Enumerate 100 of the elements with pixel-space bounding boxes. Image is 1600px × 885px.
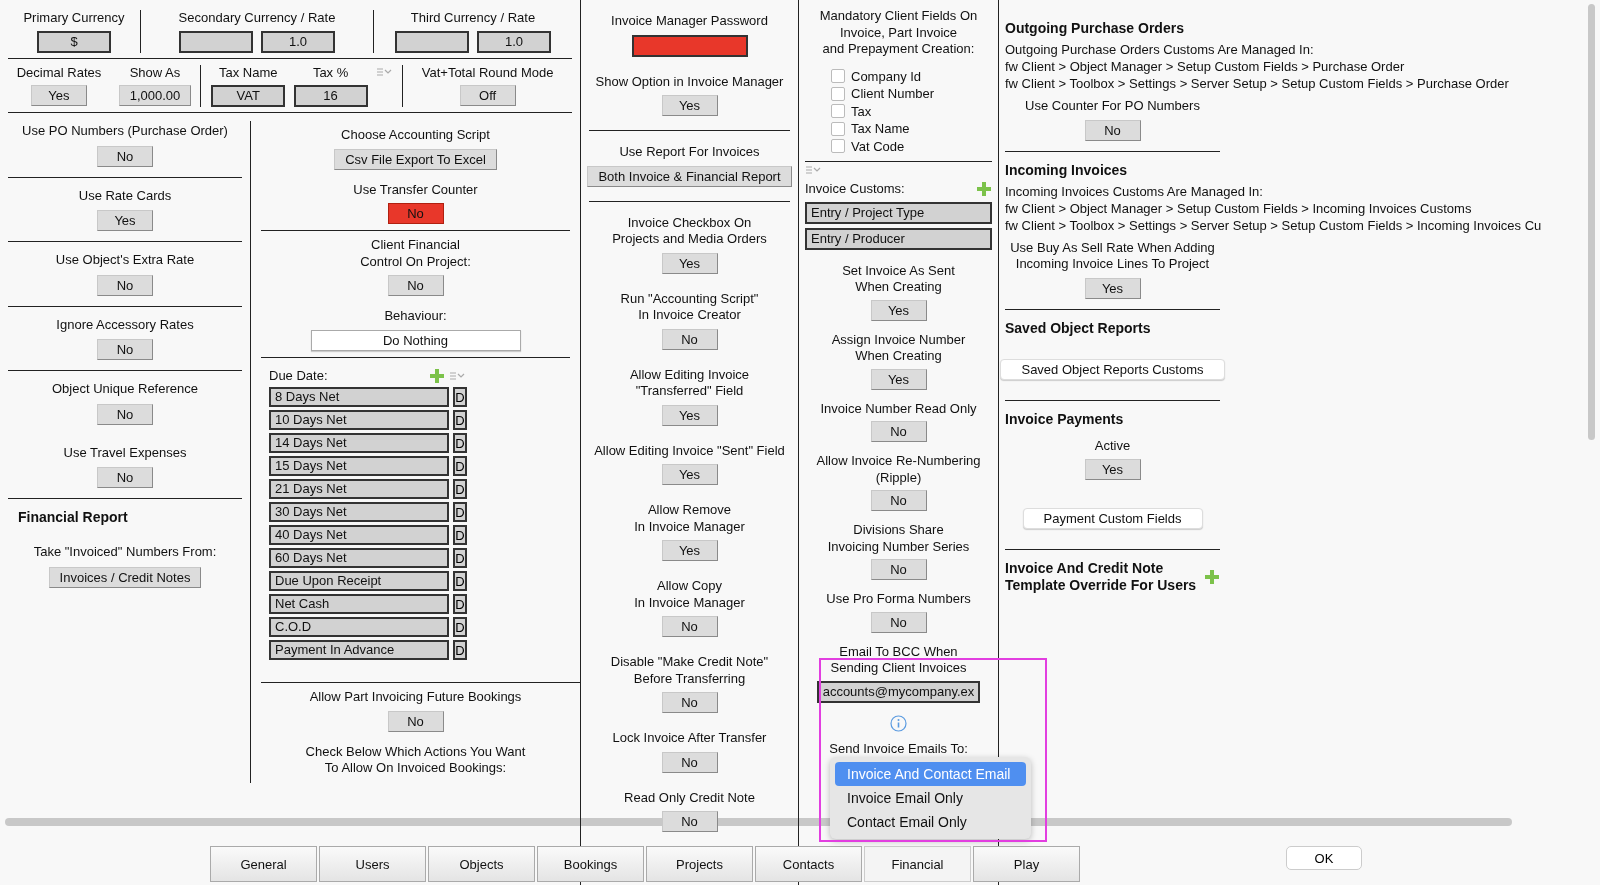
checkbox[interactable] (831, 104, 845, 119)
option-button[interactable]: No (870, 611, 927, 633)
option-button[interactable]: No (97, 339, 153, 360)
ok-button[interactable]: OK (1286, 846, 1362, 870)
action-button[interactable]: Saved Object Reports Customs (1000, 358, 1225, 380)
tab[interactable]: Play (973, 846, 1080, 882)
default-button[interactable]: D (453, 548, 467, 568)
default-button[interactable]: D (453, 479, 467, 499)
default-button[interactable]: D (453, 617, 467, 637)
tab[interactable]: Financial (864, 846, 971, 882)
plus-icon[interactable] (1204, 569, 1221, 585)
plus-icon[interactable] (976, 181, 992, 198)
plus-icon[interactable] (429, 367, 445, 384)
option-button[interactable]: No (387, 275, 444, 296)
sort-icon[interactable] (375, 66, 392, 77)
option-button[interactable]: Yes (661, 540, 718, 561)
option-button[interactable]: Yes (661, 95, 718, 116)
checkbox-item[interactable]: Vat Code (831, 137, 992, 155)
list-entry-field[interactable]: 40 Days Net (269, 525, 449, 545)
default-button[interactable]: D (453, 525, 467, 545)
default-button[interactable]: D (453, 594, 467, 614)
default-button[interactable]: D (453, 456, 467, 476)
list-entry-field[interactable]: Payment In Advance (269, 640, 449, 660)
input-field[interactable]: $ (37, 30, 111, 53)
input-field[interactable]: 16 (293, 85, 368, 107)
checkbox[interactable] (831, 69, 845, 84)
option-button[interactable]: Off (459, 85, 516, 106)
list-entry-field[interactable]: Due Upon Receipt (269, 571, 449, 591)
list-entry-field[interactable]: Net Cash (269, 594, 449, 614)
default-button[interactable]: D (453, 571, 467, 591)
default-button[interactable]: D (453, 410, 467, 430)
input-field[interactable] (179, 30, 253, 53)
list-entry-field[interactable]: 60 Days Net (269, 548, 449, 568)
option-button[interactable]: Yes (870, 299, 927, 321)
default-button[interactable]: D (453, 433, 467, 453)
option-button[interactable]: No (97, 145, 153, 167)
option-button[interactable]: Both Invoice & Financial Report (587, 165, 792, 187)
option-button[interactable]: No (97, 467, 153, 488)
tab[interactable]: Contacts (755, 846, 862, 882)
tab[interactable]: Users (319, 846, 426, 882)
option-button[interactable]: Yes (661, 252, 718, 274)
option-button[interactable]: No (870, 559, 927, 580)
default-button[interactable]: D (453, 387, 467, 407)
input-field[interactable] (395, 30, 469, 53)
default-button[interactable]: D (453, 640, 467, 660)
option-button[interactable]: No (387, 203, 444, 224)
input-field[interactable]: 1.0 (261, 30, 335, 53)
tab[interactable]: General (210, 846, 317, 882)
action-button[interactable]: Do Nothing (310, 329, 521, 351)
password-field[interactable] (631, 34, 748, 57)
input-field[interactable]: VAT (211, 85, 286, 107)
tab[interactable]: Objects (428, 846, 535, 882)
option-button[interactable]: No (387, 710, 444, 732)
sort-icon[interactable] (805, 165, 821, 175)
checkbox-item[interactable]: Client Number (831, 85, 992, 103)
list-entry-field[interactable]: 8 Days Net (269, 387, 449, 407)
list-entry-field[interactable]: C.O.D (269, 617, 449, 637)
checkbox[interactable] (831, 86, 845, 101)
option-button[interactable]: No (661, 751, 718, 773)
option-button[interactable]: No (97, 403, 153, 425)
list-entry-field[interactable]: 10 Days Net (269, 410, 449, 430)
option-button[interactable]: No (661, 328, 718, 350)
checkbox[interactable] (831, 121, 845, 136)
tab[interactable]: Projects (646, 846, 753, 882)
option-button[interactable]: No (870, 421, 927, 442)
option-button[interactable]: Invoices / Credit Notes (48, 566, 202, 588)
checkbox-item[interactable]: Tax Name (831, 120, 992, 138)
option-button[interactable]: No (661, 811, 718, 832)
list-entry-field[interactable]: 14 Days Net (269, 433, 449, 453)
option-button[interactable]: No (661, 692, 718, 713)
option-button[interactable]: No (870, 490, 927, 511)
option-button[interactable]: Yes (1084, 459, 1141, 480)
option-button[interactable]: Yes (661, 464, 718, 485)
input-field[interactable]: 1.0 (477, 30, 551, 53)
option-button[interactable]: Csv File Export To Excel (334, 148, 497, 170)
option-button[interactable]: No (97, 274, 153, 296)
list-entry-field[interactable]: 30 Days Net (269, 502, 449, 522)
menu-option[interactable]: Invoice Email Only (835, 786, 1026, 810)
default-button[interactable]: D (453, 502, 467, 522)
list-entry-field[interactable]: 15 Days Net (269, 456, 449, 476)
option-button[interactable]: Yes (1084, 277, 1141, 299)
list-entry-field[interactable]: 21 Days Net (269, 479, 449, 499)
list-entry-field[interactable]: Entry / Project Type (805, 201, 992, 224)
checkbox-item[interactable]: Tax (831, 102, 992, 120)
tab[interactable]: Bookings (537, 846, 644, 882)
checkbox-item[interactable]: Company Id (831, 67, 992, 85)
checkbox[interactable] (831, 139, 845, 154)
option-button[interactable]: No (1084, 119, 1141, 141)
input-field[interactable]: accounts@mycompany.ex (816, 680, 981, 703)
option-button[interactable]: Yes (97, 210, 153, 231)
sort-icon[interactable] (449, 370, 465, 381)
option-button[interactable]: 1,000.00 (118, 85, 192, 106)
vertical-scrollbar[interactable] (1588, 4, 1595, 440)
list-entry-field[interactable]: Entry / Producer (805, 227, 992, 250)
menu-option[interactable]: Contact Email Only (835, 810, 1026, 834)
option-button[interactable]: Yes (870, 368, 927, 390)
option-button[interactable]: No (661, 616, 718, 637)
option-button[interactable]: Yes (661, 404, 718, 426)
option-button[interactable]: Yes (30, 85, 87, 106)
info-icon[interactable] (890, 714, 907, 732)
